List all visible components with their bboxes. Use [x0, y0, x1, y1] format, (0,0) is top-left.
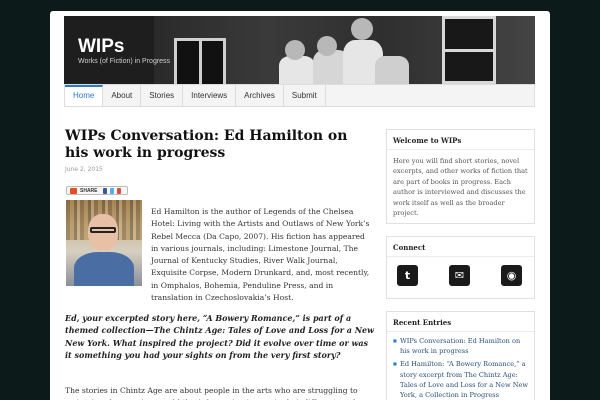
twitter-small-icon [109, 187, 114, 194]
list-item: WIPs Conversation: Ed Hamilton on his wo… [393, 336, 528, 356]
site-title[interactable]: WIPs [78, 36, 124, 58]
share-button[interactable]: SHARE [66, 186, 128, 195]
page-container: WIPs Works (of Fiction) in Progress Home… [50, 11, 550, 400]
site-header: WIPs Works (of Fiction) in Progress [64, 16, 535, 88]
welcome-text: Here you will find short stories, novel … [393, 157, 528, 218]
header-photo-people [279, 16, 409, 88]
facebook-icon [102, 187, 107, 194]
nav-about[interactable]: About [103, 85, 142, 106]
twitter-icon[interactable]: t [397, 265, 418, 286]
recent-entry-link[interactable]: Ed Hamilton: “A Bowery Romance,” a story… [400, 360, 528, 399]
interview-answer: The stories in Chintz Age are about peop… [65, 386, 358, 400]
welcome-title: Welcome to WIPs [387, 130, 534, 150]
post-intro: Ed Hamilton is the author of Legends of … [151, 207, 370, 303]
interview-question: Ed, your excerpted story here, “A Bowery… [65, 313, 375, 361]
list-item: Ed Hamilton: “A Bowery Romance,” a story… [393, 359, 528, 400]
social-links: t ✉ ◉ [387, 257, 534, 286]
welcome-widget: Welcome to WIPs Here you will find short… [386, 129, 535, 224]
site-tagline: Works (of Fiction) in Progress [78, 58, 171, 65]
nav-archives[interactable]: Archives [236, 85, 284, 106]
post-title[interactable]: WIPs Conversation: Ed Hamilton on his wo… [65, 128, 365, 162]
recent-list: WIPs Conversation: Ed Hamilton on his wo… [387, 332, 534, 400]
share-icon [70, 187, 77, 194]
recent-title: Recent Entries [387, 312, 534, 332]
connect-widget: Connect t ✉ ◉ [386, 236, 535, 299]
connect-title: Connect [387, 237, 534, 257]
nav-home[interactable]: Home [65, 85, 104, 106]
rss-icon[interactable]: ◉ [501, 265, 522, 286]
share-label: SHARE [80, 187, 98, 194]
nav-submit[interactable]: Submit [284, 85, 326, 106]
post-date: June 2, 2015 [65, 166, 103, 173]
main-nav: Home About Stories Interviews Archives S… [64, 84, 535, 107]
nav-stories[interactable]: Stories [141, 85, 184, 106]
recent-entries-widget: Recent Entries WIPs Conversation: Ed Ham… [386, 311, 535, 400]
header-photo-window [174, 38, 226, 88]
header-photo-window [442, 16, 496, 84]
email-icon[interactable]: ✉ [449, 265, 470, 286]
recent-entry-link[interactable]: WIPs Conversation: Ed Hamilton on his wo… [400, 337, 520, 355]
author-photo [66, 200, 142, 286]
google-icon [116, 187, 121, 194]
nav-interviews[interactable]: Interviews [183, 85, 237, 106]
